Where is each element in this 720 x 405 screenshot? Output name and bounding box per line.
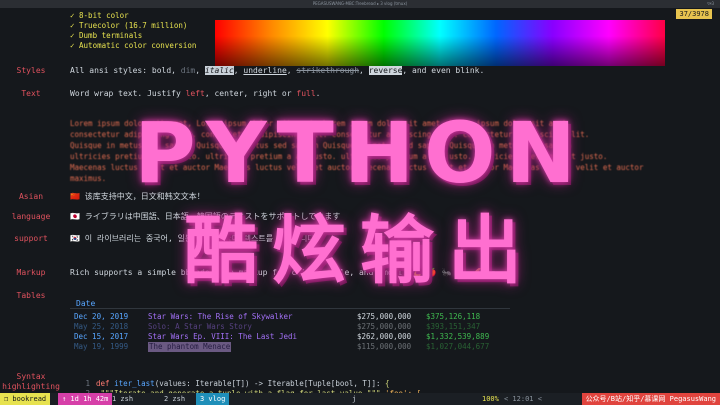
cell-budget: $115,000,000	[357, 342, 412, 351]
color-check-item: ✓ 8-bit color	[70, 11, 129, 20]
asian-line-korean: 🇰🇷 이 라이브러리는 중국어, 일본어 및 한국어 텍스트를 지원합니다	[70, 234, 315, 243]
status-j: j	[352, 395, 357, 403]
asian-line-japanese: 🇯🇵 ライブラリは中国語、日本語、韓国語のテキストをサポートしています	[70, 212, 341, 221]
section-label-asian: Asian	[18, 192, 44, 201]
cell-date: May 19, 1999	[74, 342, 129, 351]
section-label-tables: Tables	[16, 291, 46, 300]
window-shortcut-label: ⌥⌘3	[706, 1, 714, 6]
cell-date: Dec 20, 2019	[74, 312, 129, 321]
italic-sample: italic	[204, 66, 234, 75]
status-clock: < 12:01 <	[504, 395, 542, 403]
dim-sample: dim	[180, 66, 196, 75]
title-highlight: The phantom Menace	[148, 342, 232, 352]
section-label-styles: Styles	[16, 66, 46, 75]
cell-box-office: $393,151,347	[426, 322, 481, 331]
text-demo-line: Word wrap text. Justify left, center, ri…	[70, 89, 320, 99]
terminal-pane[interactable]: ✓ 8-bit color ✓ Truecolor (16.7 million)…	[0, 8, 720, 398]
styles-separator: ,	[195, 66, 205, 75]
lorem-line: maximus.	[70, 174, 107, 183]
cell-box-office: $375,126,118	[426, 312, 481, 321]
lorem-line: Quisque in metus sed sapien Quisque in m…	[70, 141, 572, 150]
window-tab-3-active[interactable]: 3 vlog	[196, 393, 230, 405]
section-label-text: Text	[21, 89, 41, 98]
cell-date: May 25, 2018	[74, 322, 129, 331]
tmux-status-bar: ❐ bookread ↑ 1d 1h 42m 1 zsh 2 zsh 3 vlo…	[0, 393, 720, 405]
lorem-ipsum-block: Lorem ipsum dolor sit amet, Lorem ipsum …	[70, 118, 710, 184]
underline-sample: underline	[243, 66, 287, 75]
justify-left-word: left	[185, 89, 205, 98]
lorem-line: consectetur adipiscing elit. consectetur…	[70, 130, 590, 139]
code-signature: (values: Iterable[T]) -> Iterable[Tuple[…	[154, 379, 381, 388]
text-prefix: Word wrap text. Justify	[70, 89, 186, 98]
line-number: 1	[85, 379, 90, 388]
window-tab-1[interactable]: 1 zsh	[108, 393, 137, 405]
justify-full-word: full	[296, 89, 316, 98]
code-line: 1 def iter_last(values: Iterable[T]) -> I…	[70, 379, 421, 389]
cell-budget: $262,000,000	[357, 332, 412, 341]
table-header-date: Date	[76, 299, 96, 308]
styles-separator: ,	[286, 66, 297, 75]
lorem-line: Maecenas luctus velit et auctor Maecenas…	[70, 163, 644, 172]
styles-prefix: All ansi styles: bold,	[70, 66, 181, 75]
text-end: .	[315, 89, 321, 98]
color-check-item: ✓ Automatic color conversion	[70, 41, 197, 50]
styles-demo-line: All ansi styles: bold, dim, italic, unde…	[70, 66, 484, 76]
cell-date: Dec 15, 2017	[74, 332, 129, 341]
truecolor-gradient	[215, 20, 665, 66]
styles-separator: ,	[359, 66, 369, 75]
code-extra: {	[385, 379, 390, 388]
window-tab-2[interactable]: 2 zsh	[160, 393, 189, 405]
section-label-markup: Markup	[16, 268, 46, 277]
lorem-line: Lorem ipsum dolor sit amet, Lorem ipsum …	[70, 119, 572, 128]
cell-budget: $275,000,000	[357, 312, 412, 321]
color-check-item: ✓ Dumb terminals	[70, 31, 143, 40]
cell-box-office: $1,332,539,889	[426, 332, 490, 341]
styles-separator: ,	[233, 66, 244, 75]
window-title: PEGASUSWANG-MBC:Treebread ▸ 3 vlog (tmux…	[312, 1, 408, 6]
window-titlebar: PEGASUSWANG-MBC:Treebread ▸ 3 vlog (tmux…	[0, 0, 720, 17]
session-name[interactable]: ❐ bookread	[0, 393, 51, 405]
section-label-highlighting: highlighting	[2, 382, 60, 391]
color-support-list: ✓ 8-bit color ✓ Truecolor (16.7 million)…	[70, 11, 196, 51]
section-label-support: support	[14, 234, 48, 243]
code-keyword: def	[96, 379, 115, 388]
strikethrough-sample: strikethrough	[296, 66, 360, 75]
cell-title: Star Wars: The Rise of Skywalker	[148, 312, 293, 321]
code-function-name: iter_last	[114, 379, 155, 388]
reverse-sample: reverse	[368, 66, 403, 75]
cell-title: Star Wars Ep. VIII: The Last Jedi	[148, 332, 298, 341]
section-label-language: language	[11, 212, 51, 221]
color-check-item: ✓ Truecolor (16.7 million)	[70, 21, 188, 30]
styles-suffix: , and even blink.	[402, 66, 485, 75]
scroll-position-badge: 37/3978	[676, 9, 712, 19]
markup-demo-line: Rich supports a simple bbcode-like marku…	[70, 268, 496, 277]
table-divider	[70, 308, 510, 309]
text-middle: , center, right or	[204, 89, 297, 98]
uptime-indicator: ↑ 1d 1h 42m	[58, 393, 113, 405]
lorem-line: ultricies pretium a at justo. ultricies …	[70, 152, 608, 161]
cell-title: Solo: A Star Wars Story	[148, 322, 252, 331]
asian-line-chinese: 🇨🇳 该库支持中文，日文和韩文文本！	[70, 192, 205, 201]
section-label-syntax: Syntax	[16, 372, 46, 381]
author-info: 公众号/B站/知乎/慕课网 PegasusWang	[581, 393, 720, 405]
cell-box-office: $1,027,044,677	[426, 342, 490, 351]
cell-budget: $275,000,000	[357, 322, 412, 331]
